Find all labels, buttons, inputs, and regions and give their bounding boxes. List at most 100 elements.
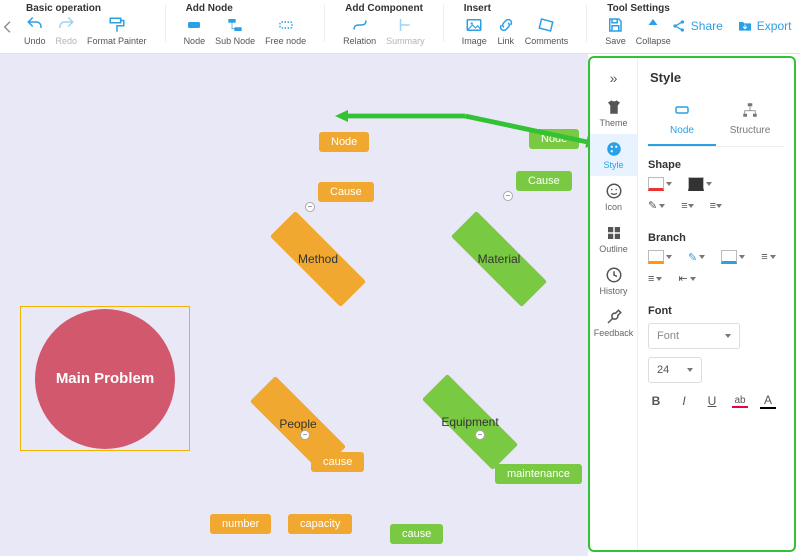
collapse-toggle[interactable]: − bbox=[305, 202, 315, 212]
style-panel-main: Style Node Structure Shape ✎ ≡ ≡ Branch … bbox=[638, 58, 794, 550]
back-button[interactable] bbox=[0, 0, 16, 54]
toolbar-group-tool-settings: Tool Settings Save Collapse bbox=[605, 0, 671, 46]
app-header: fis… Basic operation Undo Redo Format Pa… bbox=[0, 0, 800, 54]
sidebar-item-style[interactable]: Style bbox=[590, 134, 637, 176]
undo-button[interactable]: Undo bbox=[24, 16, 46, 46]
panel-collapse-button[interactable]: » bbox=[590, 64, 637, 92]
font-color-button[interactable]: A bbox=[760, 393, 776, 409]
node-icon bbox=[185, 16, 203, 34]
section-shape-label: Shape bbox=[648, 159, 784, 171]
indent-icon: ⇤ bbox=[678, 272, 687, 285]
summary-button[interactable]: Summary bbox=[386, 16, 425, 46]
pencil-icon: ✎ bbox=[688, 251, 697, 264]
node-tag[interactable]: Node bbox=[319, 132, 369, 152]
insert-image-button[interactable]: Image bbox=[462, 16, 487, 46]
summary-icon bbox=[396, 16, 414, 34]
branch-align[interactable]: ≡ bbox=[761, 250, 775, 264]
save-button[interactable]: Save bbox=[605, 16, 626, 46]
chevron-down-icon bbox=[725, 334, 731, 338]
cause-tag[interactable]: Cause bbox=[516, 171, 572, 191]
save-icon bbox=[606, 16, 624, 34]
lines-icon: ≡ bbox=[681, 200, 685, 212]
shirt-icon bbox=[605, 98, 623, 116]
branch-people[interactable]: People bbox=[248, 394, 348, 454]
branch-style-1[interactable]: ≡ bbox=[648, 272, 662, 285]
branch-equipment[interactable]: Equipment bbox=[420, 392, 520, 452]
style-panel-sidebar: » Theme Style Icon Outline History Feedb… bbox=[590, 58, 638, 550]
toolbar: Basic operation Undo Redo Format Painter… bbox=[16, 0, 671, 46]
sidebar-item-feedback[interactable]: Feedback bbox=[590, 302, 637, 344]
relation-button[interactable]: Relation bbox=[343, 16, 376, 46]
leaf-maintenance[interactable]: maintenance bbox=[495, 464, 582, 484]
export-button[interactable]: Export bbox=[737, 18, 792, 34]
annotation-arrow bbox=[335, 110, 465, 122]
chevron-right-icon: » bbox=[610, 70, 618, 86]
insert-comments-button[interactable]: Comments bbox=[525, 16, 569, 46]
insert-link-button[interactable]: Link bbox=[497, 16, 515, 46]
shape-outline-color[interactable] bbox=[648, 177, 672, 191]
collapse-toggle[interactable]: − bbox=[503, 191, 513, 201]
cause-tag[interactable]: cause bbox=[311, 452, 364, 472]
sidebar-item-theme[interactable]: Theme bbox=[590, 92, 637, 134]
format-painter-button[interactable]: Format Painter bbox=[87, 16, 147, 46]
sidebar-item-outline[interactable]: Outline bbox=[590, 218, 637, 260]
tab-node[interactable]: Node bbox=[648, 95, 716, 146]
collapse-toggle[interactable]: − bbox=[300, 430, 310, 440]
clock-icon bbox=[605, 266, 623, 284]
branch-box[interactable] bbox=[721, 250, 745, 264]
panel-title: Style bbox=[648, 64, 784, 95]
leaf-cause[interactable]: cause bbox=[390, 524, 443, 544]
font-size-select[interactable]: 24 bbox=[648, 357, 702, 383]
lines-icon: ≡ bbox=[648, 273, 654, 285]
toolbar-group-add-component: Add Component Relation Summary bbox=[343, 0, 425, 46]
cause-tag[interactable]: Cause bbox=[318, 182, 374, 202]
undo-icon bbox=[26, 16, 44, 34]
branch-style-2[interactable]: ⇤ bbox=[678, 272, 695, 285]
collapse-button[interactable]: Collapse bbox=[636, 16, 671, 46]
toolbar-group-add-node: Add Node Node Sub Node Free node bbox=[184, 0, 307, 46]
header-right-actions: Share Export bbox=[671, 0, 800, 34]
shape-edit[interactable]: ✎ bbox=[648, 199, 665, 212]
toolbar-group-insert: Insert Image Link Comments bbox=[462, 0, 569, 46]
underline-button[interactable]: U bbox=[704, 394, 720, 408]
image-icon bbox=[465, 16, 483, 34]
node-shape-icon bbox=[673, 101, 691, 122]
shape-lines-1[interactable]: ≡ bbox=[681, 199, 693, 212]
paint-roller-icon bbox=[108, 16, 126, 34]
leaf-number[interactable]: number bbox=[210, 514, 271, 534]
font-family-select[interactable]: Font bbox=[648, 323, 740, 349]
sidebar-item-icon[interactable]: Icon bbox=[590, 176, 637, 218]
subnode-icon bbox=[226, 16, 244, 34]
diagram-connectors bbox=[0, 54, 300, 204]
branch-fill[interactable] bbox=[648, 250, 672, 264]
branch-stroke[interactable]: ✎ bbox=[688, 250, 705, 264]
main-problem-node[interactable]: Main Problem bbox=[20, 306, 190, 451]
add-subnode-button[interactable]: Sub Node bbox=[215, 16, 255, 46]
share-button[interactable]: Share bbox=[671, 18, 723, 34]
panel-tabs: Node Structure bbox=[648, 95, 784, 147]
diagram-canvas[interactable]: Main Problem Method Node Cause − Materia… bbox=[0, 54, 588, 556]
bold-button[interactable]: B bbox=[648, 394, 664, 408]
collapse-toggle[interactable]: − bbox=[475, 430, 485, 440]
leaf-capacity[interactable]: capacity bbox=[288, 514, 352, 534]
shape-fill-color[interactable] bbox=[688, 177, 712, 191]
branch-material[interactable]: Material bbox=[449, 229, 549, 289]
redo-button[interactable]: Redo bbox=[56, 16, 78, 46]
add-node-button[interactable]: Node bbox=[184, 16, 206, 46]
tab-structure[interactable]: Structure bbox=[716, 95, 784, 146]
chevron-left-icon bbox=[0, 19, 16, 35]
font-format-row: B I U ab A bbox=[648, 393, 784, 409]
highlight-button[interactable]: ab bbox=[732, 395, 748, 408]
lines-thick-icon: ≡ bbox=[710, 200, 714, 212]
link-icon bbox=[497, 16, 515, 34]
wrench-icon bbox=[605, 308, 623, 326]
section-branch-label: Branch bbox=[648, 232, 784, 244]
shape-lines-2[interactable]: ≡ bbox=[710, 199, 722, 212]
structure-icon bbox=[741, 101, 759, 122]
share-icon bbox=[671, 18, 687, 34]
free-node-button[interactable]: Free node bbox=[265, 16, 306, 46]
italic-button[interactable]: I bbox=[676, 394, 692, 408]
collapse-icon bbox=[644, 16, 662, 34]
branch-method[interactable]: Method bbox=[268, 229, 368, 289]
sidebar-item-history[interactable]: History bbox=[590, 260, 637, 302]
